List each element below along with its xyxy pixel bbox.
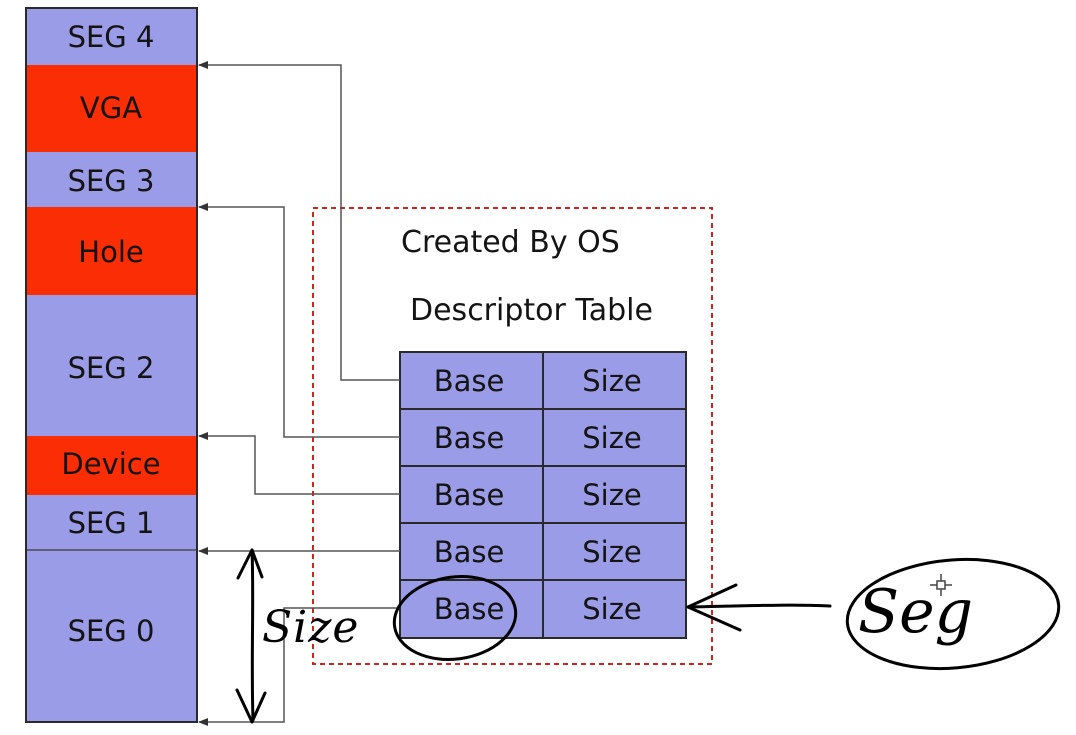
descriptor-size-cell: Size [582,364,642,398]
arrow-row2-to-seg3 [198,203,400,438]
seg-pointer-arrow [686,603,832,609]
descriptor-size-cell: Size [582,478,642,512]
arrow-row1-to-seg4 [198,61,400,381]
descriptor-base-cell: Base [434,535,505,569]
arrow-row3-to-seg2 [198,432,400,495]
size-double-arrow [250,548,255,722]
diagram-canvas: SEG 4 VGA SEG 3 Hole SEG 2 Device SEG 1 … [25,7,1061,726]
descriptor-size-cell: Size [582,535,642,569]
handwritten-seg-label: Seg [858,577,973,647]
physical-memory-column: SEG 4 VGA SEG 3 Hole SEG 2 Device SEG 1 … [25,7,198,723]
descriptor-table: Base Size Base Size Base Size Base Size … [399,351,687,639]
label-seg-1: SEG 1 [68,506,155,540]
descriptor-base-cell: Base [434,364,505,398]
segmentation-diagram: SEG 4 VGA SEG 3 Hole SEG 2 Device SEG 1 … [0,0,1076,735]
label-seg-0: SEG 0 [68,614,155,648]
descriptor-size-cell: Size [582,592,642,626]
descriptor-base-cell: Base [434,478,505,512]
label-seg-3: SEG 3 [68,164,155,198]
label-vga: VGA [80,91,142,125]
label-seg-2: SEG 2 [68,351,155,385]
descriptor-size-cell: Size [582,421,642,455]
label-device: Device [61,447,160,481]
label-hole: Hole [78,235,143,269]
descriptor-table-title: Descriptor Table [410,293,653,328]
created-by-os-caption: Created By OS [401,225,620,260]
size-arrow-top-head [236,548,264,580]
label-seg-4: SEG 4 [68,20,155,54]
descriptor-base-cell: Base [434,592,505,626]
handwritten-size-label: Size [262,602,359,653]
descriptor-base-cell: Base [434,421,505,455]
